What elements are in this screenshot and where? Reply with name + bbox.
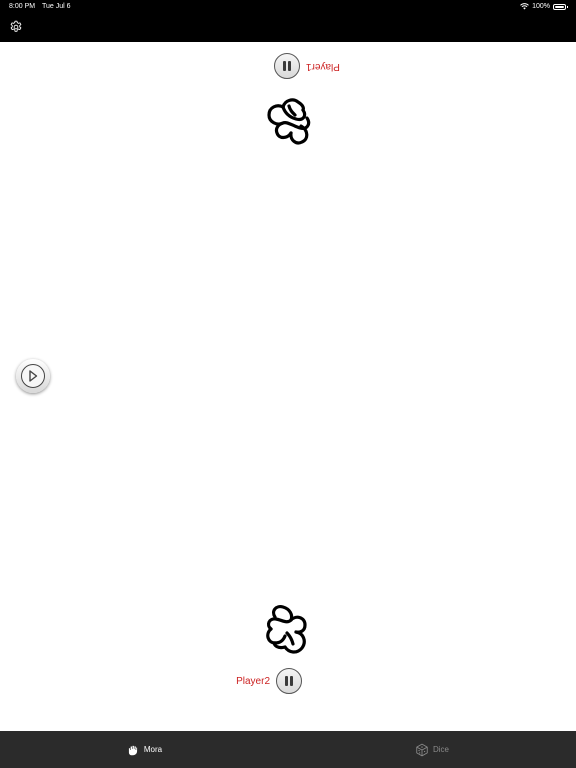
- player2-name: Player2: [236, 675, 270, 687]
- player1-area: Player1: [274, 53, 346, 79]
- tab-bar: Mora Dice: [0, 731, 576, 768]
- status-time: 8:00 PM: [9, 3, 36, 10]
- player2-pause-button[interactable]: [276, 668, 302, 694]
- pause-icon: [283, 61, 286, 71]
- status-date: Tue Jul 6: [42, 3, 71, 10]
- settings-button[interactable]: [8, 19, 24, 35]
- player1-hand-icon: [267, 98, 311, 145]
- fist-icon: [128, 745, 137, 755]
- status-indicators: 100%: [520, 3, 568, 10]
- status-bar: 8:00 PM Tue Jul 6 100%: [0, 0, 576, 14]
- mora-game-screen: 8:00 PM Tue Jul 6 100% Player1 Player2 M…: [0, 0, 576, 768]
- wifi-icon: [520, 3, 529, 10]
- play-button[interactable]: [16, 359, 50, 393]
- tab-dice[interactable]: Dice: [288, 731, 576, 768]
- play-icon: [29, 370, 38, 382]
- player2-area: Player2: [230, 668, 302, 694]
- battery-icon: [553, 3, 568, 10]
- tab-mora-label: Mora: [143, 745, 163, 754]
- player2-hand-icon: [266, 605, 307, 654]
- tab-dice-label: Dice: [432, 745, 449, 754]
- gear-icon: [10, 20, 22, 32]
- tab-mora[interactable]: Mora: [0, 731, 288, 768]
- top-bar: 8:00 PM Tue Jul 6 100%: [0, 0, 576, 42]
- player1-name: Player1: [306, 60, 340, 72]
- dice-icon: [416, 743, 428, 756]
- player1-pause-button[interactable]: [274, 53, 300, 79]
- battery-percent: 100%: [532, 3, 550, 10]
- pause-icon: [285, 676, 288, 686]
